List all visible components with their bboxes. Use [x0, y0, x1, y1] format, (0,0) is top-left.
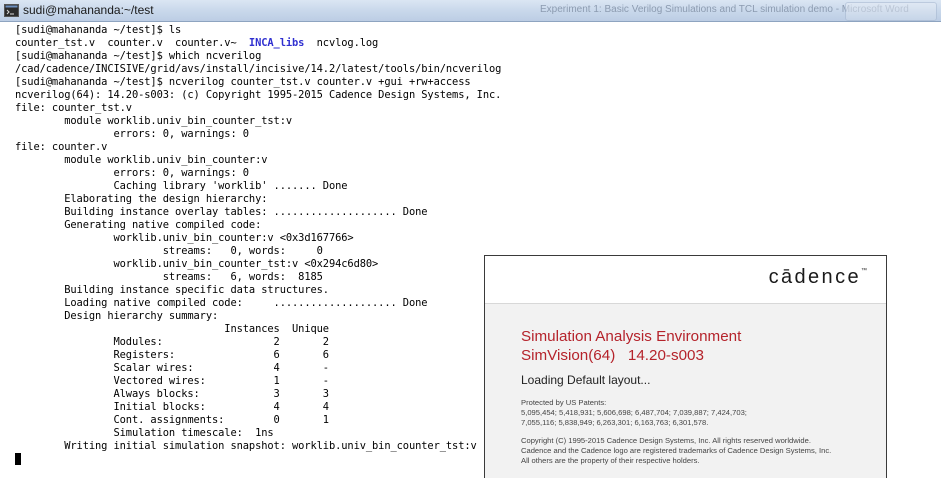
terminal-line: [sudi@mahananda ~/test]$ which ncverilog	[15, 50, 485, 63]
cadence-logo: cādence™	[769, 266, 867, 289]
terminal-line-text: errors: 0, warnings: 0	[15, 128, 249, 140]
terminal-line: [sudi@mahananda ~/test]$ ls	[15, 24, 485, 37]
terminal-line: Generating native compiled code:	[15, 219, 485, 232]
terminal-line-text: module worklib.univ_bin_counter:v	[15, 154, 268, 166]
terminal-line-text: Instances Unique	[15, 323, 329, 335]
terminal-line: Registers: 6 6	[15, 349, 485, 362]
splash-body: Simulation Analysis Environment SimVisio…	[485, 303, 886, 478]
terminal-output[interactable]: [sudi@mahananda ~/test]$ ls counter_tst.v…	[15, 24, 501, 494]
terminal-line-text: Building instance specific data structur…	[15, 284, 329, 296]
terminal-line: Building instance overlay tables: ......…	[15, 206, 485, 219]
terminal-line-text: streams: 0, words: 0	[15, 245, 323, 257]
cadence-logo-text: cādence	[768, 266, 861, 288]
window-title-bar[interactable]: sudi@mahananda:~/test Experiment 1: Basi…	[0, 0, 941, 22]
terminal-line-text: ncverilog(64): 14.20-s003: (c) Copyright…	[15, 89, 502, 101]
product-version: SimVision(64) 14.20-s003	[521, 347, 704, 364]
terminal-line-text: Loading native compiled code: ..........…	[15, 297, 428, 309]
terminal-line: Scalar wires: 4 -	[15, 362, 485, 375]
terminal-line: streams: 0, words: 0	[15, 245, 485, 258]
terminal-app-icon	[4, 4, 19, 17]
terminal-line-text: counter_tst.v counter.v counter.v~	[15, 37, 249, 49]
terminal-line-text: /cad/cadence/INCISIVE/grid/avs/install/i…	[15, 63, 502, 75]
terminal-line: worklib.univ_bin_counter_tst:v <0x294c6d…	[15, 258, 485, 271]
terminal-line: Writing initial simulation snapshot: wor…	[15, 440, 485, 453]
terminal-line: Always blocks: 3 3	[15, 388, 485, 401]
patents-heading: Protected by US Patents:	[521, 398, 607, 407]
terminal-line: Loading native compiled code: ..........…	[15, 297, 485, 310]
terminal-line: Design hierarchy summary:	[15, 310, 485, 323]
terminal-line: Building instance specific data structur…	[15, 284, 485, 297]
terminal-line: Caching library 'worklib' ....... Done	[15, 180, 485, 193]
terminal-line-text: worklib.univ_bin_counter:v <0x3d167766>	[15, 232, 354, 244]
terminal-line-text: Simulation timescale: 1ns	[15, 427, 274, 439]
patents-list-line-2: 7,055,116; 5,838,949; 6,263,301; 6,163,7…	[521, 418, 709, 427]
product-family-name: Simulation Analysis Environment	[521, 328, 742, 345]
terminal-line-text: [sudi@mahananda ~/test]$ which ncverilog	[15, 50, 262, 62]
terminal-line-text: errors: 0, warnings: 0	[15, 167, 249, 179]
terminal-line-text: Elaborating the design hierarchy:	[15, 193, 268, 205]
terminal-line: Modules: 2 2	[15, 336, 485, 349]
terminal-line: file: counter.v	[15, 141, 485, 154]
copyright-line-2: Cadence and the Cadence logo are registe…	[521, 446, 832, 455]
window-title: sudi@mahananda:~/test	[23, 3, 154, 17]
terminal-line-text: file: counter_tst.v	[15, 102, 132, 114]
terminal-prompt-line[interactable]	[15, 453, 485, 466]
copyright-line-3: All others are the property of their res…	[521, 456, 700, 465]
terminal-line-text: streams: 6, words: 8185	[15, 271, 323, 283]
terminal-line-text: Design hierarchy summary:	[15, 310, 219, 322]
terminal-line-text: Building instance overlay tables: ......…	[15, 206, 428, 218]
terminal-line: [sudi@mahananda ~/test]$ ncverilog count…	[15, 76, 485, 89]
terminal-line-text: Cont. assignments: 0 1	[15, 414, 329, 426]
terminal-line: counter_tst.v counter.v counter.v~ INCA_…	[15, 37, 485, 50]
terminal-line-text: worklib.univ_bin_counter_tst:v <0x294c6d…	[15, 258, 379, 270]
terminal-line: Initial blocks: 4 4	[15, 401, 485, 414]
terminal-line: module worklib.univ_bin_counter_tst:v	[15, 115, 485, 128]
terminal-line-text: Writing initial simulation snapshot: wor…	[15, 440, 477, 452]
terminal-line-text: Vectored wires: 1 -	[15, 375, 329, 387]
trademark-mark: ™	[861, 268, 867, 274]
directory-listing-entry: INCA_libs	[248, 37, 305, 49]
terminal-line-text: Caching library 'worklib' ....... Done	[15, 180, 348, 192]
terminal-line-text: Always blocks: 3 3	[15, 388, 329, 400]
terminal-line: ncverilog(64): 14.20-s003: (c) Copyright…	[15, 89, 501, 102]
text-cursor	[15, 453, 21, 465]
terminal-line-text: file: counter.v	[15, 141, 108, 153]
copyright-line-1: Copyright (C) 1995-2015 Cadence Design S…	[521, 436, 811, 445]
terminal-line-text: [sudi@mahananda ~/test]$ ncverilog count…	[15, 76, 471, 88]
terminal-line: streams: 6, words: 8185	[15, 271, 485, 284]
terminal-line-text: Initial blocks: 4 4	[15, 401, 329, 413]
terminal-line-text: Scalar wires: 4 -	[15, 362, 329, 374]
terminal-line: /cad/cadence/INCISIVE/grid/avs/install/i…	[15, 63, 501, 76]
file-listing-entry: ncvlog.log	[304, 37, 379, 49]
terminal-line: errors: 0, warnings: 0	[15, 167, 485, 180]
terminal-line: worklib.univ_bin_counter:v <0x3d167766>	[15, 232, 485, 245]
simvision-splash-screen: cādence™ Simulation Analysis Environment…	[484, 255, 887, 478]
patents-list-line-1: 5,095,454; 5,418,931; 5,606,698; 6,487,7…	[521, 408, 747, 417]
loading-status: Loading Default layout...	[521, 373, 651, 387]
terminal-line: Simulation timescale: 1ns	[15, 427, 485, 440]
terminal-line-text: Modules: 2 2	[15, 336, 329, 348]
terminal-line: errors: 0, warnings: 0	[15, 128, 485, 141]
terminal-line: Elaborating the design hierarchy:	[15, 193, 485, 206]
window-control-buttons[interactable]	[845, 2, 937, 21]
terminal-line-text: [sudi@mahananda ~/test]$ ls	[15, 24, 182, 36]
terminal-line-text: Generating native compiled code:	[15, 219, 262, 231]
terminal-line: Vectored wires: 1 -	[15, 375, 485, 388]
terminal-line: Cont. assignments: 0 1	[15, 414, 485, 427]
terminal-line: Instances Unique	[15, 323, 485, 336]
terminal-line-text: module worklib.univ_bin_counter_tst:v	[15, 115, 293, 127]
terminal-line-text: Registers: 6 6	[15, 349, 329, 361]
splash-header: cādence™	[485, 256, 886, 303]
terminal-line: module worklib.univ_bin_counter:v	[15, 154, 485, 167]
terminal-line: file: counter_tst.v	[15, 102, 485, 115]
